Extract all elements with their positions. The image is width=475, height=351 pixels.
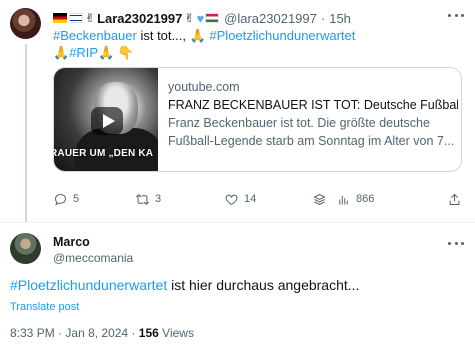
user-handle[interactable]: @lara23021997 bbox=[224, 11, 317, 26]
layers-icon bbox=[313, 193, 326, 205]
views-count: 156 bbox=[138, 326, 159, 340]
blue-heart-icon: ♥ bbox=[196, 10, 205, 26]
tweet-text: #Ploetzlichundunerwartet ist hier durcha… bbox=[10, 276, 359, 294]
play-icon[interactable] bbox=[91, 107, 123, 135]
view-count: 866 bbox=[356, 193, 375, 205]
post-time[interactable]: 15h bbox=[329, 11, 351, 26]
hashtag-link[interactable]: #Ploetzlichundunerwartet bbox=[10, 277, 167, 293]
post-date[interactable]: Jan 8, 2024 bbox=[65, 326, 128, 340]
user-handle[interactable]: @meccomania bbox=[53, 251, 133, 265]
share-icon bbox=[449, 193, 460, 205]
pointing-down-icon: 👇 bbox=[117, 45, 135, 60]
tweet-text-body: ist hier durchaus angebracht... bbox=[167, 277, 360, 293]
card-description: Fußball-Legende starb am Sonntag im Alte… bbox=[168, 134, 455, 148]
display-name[interactable]: Marco bbox=[53, 235, 90, 249]
views-button[interactable]: 866 bbox=[336, 189, 374, 209]
separator-dot: · bbox=[320, 10, 326, 26]
thread-connector-line bbox=[25, 44, 27, 222]
retweet-button[interactable]: 3 bbox=[135, 189, 161, 209]
germany-flag-icon bbox=[53, 13, 67, 23]
praying-hands-icon: 🙏 bbox=[98, 45, 115, 60]
retweet-icon bbox=[135, 193, 150, 205]
like-button[interactable]: 14 bbox=[224, 189, 256, 209]
post-time[interactable]: 8:33 PM bbox=[10, 326, 55, 340]
reply-button[interactable]: 5 bbox=[53, 189, 79, 209]
reply-count: 5 bbox=[73, 193, 80, 205]
translate-post-link[interactable]: Translate post bbox=[10, 301, 79, 313]
tweet-header: ✌ Lara23021997 ✌ ♥ @lara23021997 · 15h bbox=[53, 9, 351, 27]
avatar[interactable] bbox=[10, 8, 41, 39]
reply-icon bbox=[54, 193, 67, 206]
peace-hand-icon: ✌ bbox=[85, 11, 96, 25]
peace-hand-icon: ✌ bbox=[184, 11, 195, 25]
more-options-icon[interactable] bbox=[448, 12, 464, 18]
hungary-flag-icon bbox=[205, 13, 220, 23]
praying-hands-icon: 🙏 bbox=[189, 28, 206, 43]
separator-dot: · bbox=[131, 326, 139, 340]
heart-icon bbox=[225, 194, 238, 205]
link-preview-card[interactable]: RAUER UM „DEN KA youtube.com FRANZ BECKE… bbox=[53, 67, 462, 172]
praying-hands-icon: 🙏 bbox=[53, 45, 70, 60]
card-title: FRANZ BECKENBAUER IST TOT: Deutsche Fußb… bbox=[168, 98, 458, 112]
retweet-count: 3 bbox=[155, 193, 162, 205]
card-text: youtube.com FRANZ BECKENBAUER IST TOT: D… bbox=[168, 78, 458, 150]
card-domain: youtube.com bbox=[168, 80, 240, 94]
post-metadata: 8:33 PM · Jan 8, 2024 · 156 Views bbox=[10, 326, 194, 340]
views-label: Views bbox=[162, 326, 194, 340]
analytics-icon bbox=[339, 195, 348, 204]
avatar[interactable] bbox=[10, 233, 41, 264]
divider bbox=[0, 222, 475, 223]
display-name[interactable]: Lara23021997 bbox=[97, 11, 182, 26]
thumbnail-caption: RAUER UM „DEN KA bbox=[54, 148, 154, 159]
hashtag-link[interactable]: #Beckenbauer bbox=[53, 28, 137, 43]
more-options-icon[interactable] bbox=[448, 240, 464, 246]
tweet-text-body: ist tot..., bbox=[136, 28, 190, 43]
hashtag-link[interactable]: #RIP bbox=[69, 45, 98, 60]
bookmark-stack-button[interactable] bbox=[312, 189, 327, 209]
share-button[interactable] bbox=[447, 189, 462, 209]
parent-tweet[interactable]: ✌ Lara23021997 ✌ ♥ @lara23021997 · 15h #… bbox=[0, 0, 475, 222]
card-description: Franz Beckenbauer ist tot. Die größte de… bbox=[168, 116, 430, 130]
israel-flag-icon bbox=[69, 13, 83, 23]
like-count: 14 bbox=[244, 193, 257, 205]
tweet-actions: 5 3 14 866 bbox=[53, 189, 463, 209]
video-thumbnail[interactable]: RAUER UM „DEN KA bbox=[54, 68, 158, 171]
tweet-text: #Beckenbauer ist tot..., 🙏 #Ploetzlichun… bbox=[53, 27, 453, 61]
hashtag-link[interactable]: #Ploetzlichundunerwartet bbox=[209, 28, 355, 43]
